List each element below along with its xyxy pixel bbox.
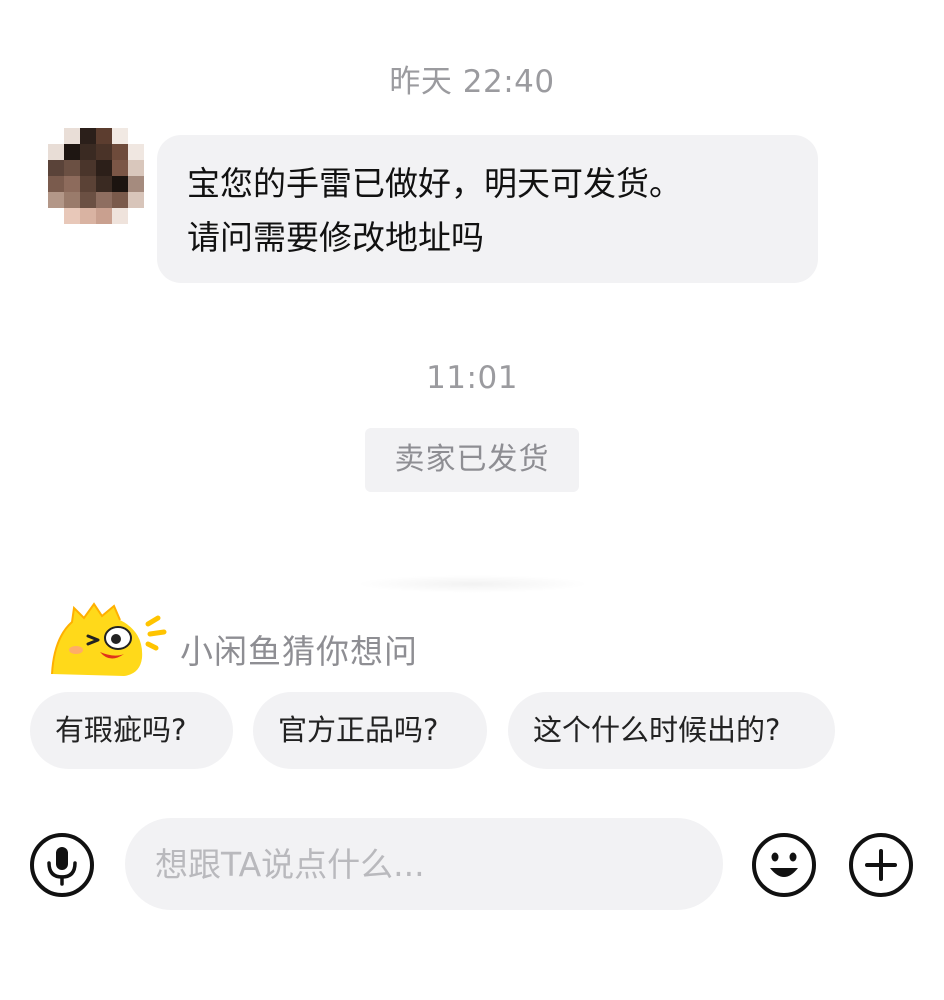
fish-mascot-icon [51, 602, 167, 676]
chat-screen: 昨天 22:40 宝您的手雷已做好，明天可发货。 请问需要修改地址吗 11:01… [0, 0, 944, 1000]
emoji-button[interactable] [751, 832, 817, 898]
suggested-question-chip[interactable]: 官方正品吗? [253, 692, 487, 769]
message-line: 请问需要修改地址吗 [187, 218, 484, 257]
message-timestamp: 11:01 [426, 360, 518, 396]
microphone-icon [30, 833, 94, 897]
section-divider [355, 575, 590, 593]
seller-message-bubble[interactable]: 宝您的手雷已做好，明天可发货。 请问需要修改地址吗 [157, 135, 818, 283]
plus-icon [849, 833, 913, 897]
suggested-question-chip[interactable]: 这个什么时候出的? [508, 692, 835, 769]
more-options-button[interactable] [848, 832, 914, 898]
voice-input-button[interactable] [29, 832, 95, 898]
suggestion-title: 小闲鱼猜你想问 [180, 632, 418, 671]
shipped-status-notice: 卖家已发货 [365, 428, 579, 492]
smiley-icon [752, 833, 816, 897]
message-line: 宝您的手雷已做好，明天可发货。 [187, 164, 682, 203]
seller-avatar[interactable] [48, 128, 144, 224]
suggested-question-chip[interactable]: 有瑕疵吗? [30, 692, 233, 769]
message-timestamp: 昨天 22:40 [389, 64, 555, 100]
message-input[interactable] [125, 818, 723, 910]
